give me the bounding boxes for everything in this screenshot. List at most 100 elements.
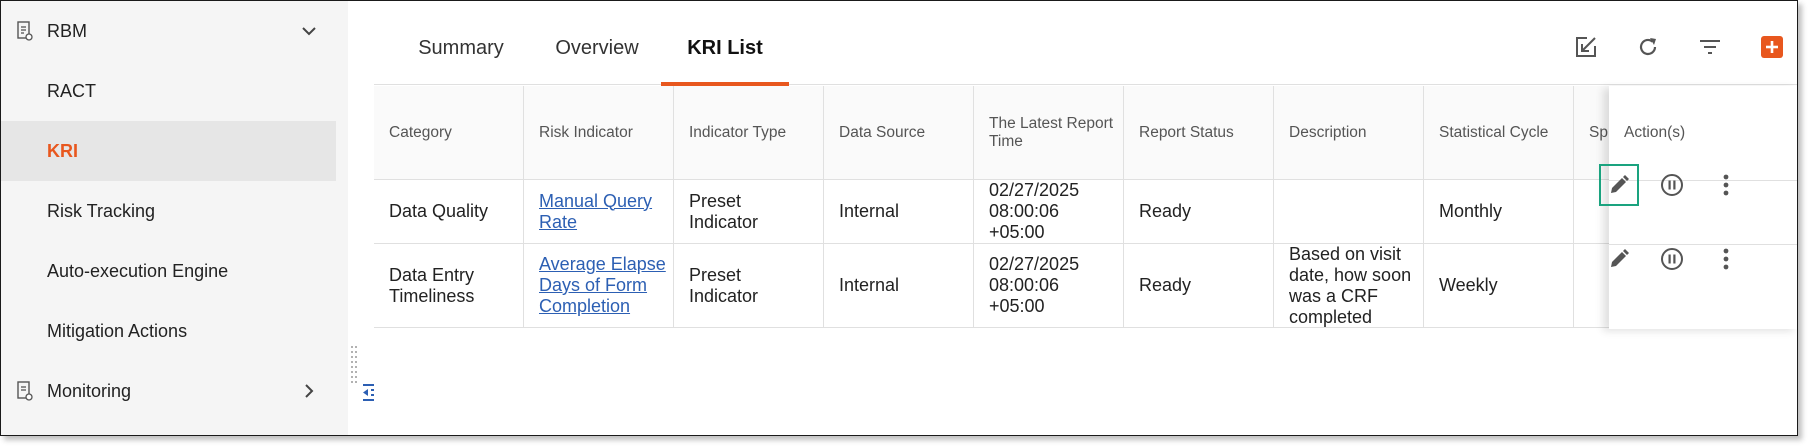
more-options-button[interactable] [1711, 244, 1741, 274]
cell-report-status: Ready [1124, 180, 1274, 243]
sidebar: RBM RACT KRI Risk Tracking Auto-executio… [1, 1, 348, 435]
edit-button[interactable] [1604, 170, 1634, 200]
more-options-button[interactable] [1711, 170, 1741, 200]
cell-text: Timeliness [389, 285, 475, 306]
chevron-down-icon [302, 27, 316, 36]
edit-icon [1611, 249, 1629, 267]
cell-category: Data Entry Timeliness [374, 244, 524, 327]
resize-handle[interactable] [351, 346, 359, 386]
cell-text: 08:00:06 [989, 275, 1060, 295]
sidebar-item-label: Auto-execution Engine [47, 260, 229, 281]
cell-text: was a CRF [1289, 285, 1379, 306]
app-window: RBM RACT KRI Risk Tracking Auto-executio… [0, 0, 1798, 436]
sidebar-group-label: RBM [47, 20, 87, 41]
cell-text: date, how soon [1289, 264, 1412, 285]
column-header-risk-indicator[interactable]: Risk Indicator [524, 86, 674, 179]
header-text: Time [989, 132, 1023, 150]
cell-text: completed [1289, 306, 1373, 327]
header-text: The Latest Report [989, 114, 1114, 132]
risk-indicator-link[interactable]: Average Elapse Days of Form Completion [524, 244, 674, 327]
sidebar-item-mitigation-actions[interactable]: Mitigation Actions [1, 301, 336, 361]
edit-button[interactable] [1604, 244, 1634, 274]
column-header-actions: Action(s) [1624, 124, 1686, 141]
sidebar-item-risk-tracking[interactable]: Risk Tracking [1, 181, 336, 241]
cell-text: 02/27/2025 [989, 254, 1080, 274]
edit-icon [1611, 175, 1629, 193]
cell-text: +05:00 [989, 296, 1045, 316]
link-text[interactable]: Manual Query [539, 191, 652, 212]
add-button[interactable] [1758, 33, 1786, 61]
sidebar-item-kri[interactable]: KRI [1, 121, 336, 181]
sidebar-group-monitoring[interactable]: Monitoring [1, 361, 336, 421]
link-text[interactable]: Average Elapse [539, 254, 666, 275]
column-header-indicator-type[interactable]: Indicator Type [674, 86, 824, 179]
pause-button[interactable] [1657, 170, 1687, 200]
main-content: Summary Overview KRI List Category Risk … [374, 1, 1797, 435]
tab-kri-list[interactable]: KRI List [661, 1, 789, 86]
refresh-button[interactable] [1634, 33, 1662, 61]
sidebar-group-rbm[interactable]: RBM [1, 1, 336, 61]
sidebar-item-label: RACT [47, 80, 96, 101]
cell-text: Preset [689, 190, 742, 211]
sidebar-item-label: Mitigation Actions [47, 320, 188, 341]
monitoring-icon [17, 381, 33, 401]
cell-description: Based on visit date, how soon was a CRF … [1274, 244, 1424, 327]
cell-indicator-type: Preset Indicator [674, 244, 824, 327]
export-button[interactable] [1572, 33, 1600, 61]
tab-bar: Summary Overview KRI List [374, 1, 1797, 86]
cell-text: Indicator [689, 285, 759, 306]
table-row: Data Entry Timeliness Average Elapse Day… [374, 244, 1796, 328]
report-icon [17, 21, 33, 41]
more-vertical-icon [1723, 174, 1729, 196]
refresh-icon [1639, 38, 1657, 56]
cell-statistical-cycle: Monthly [1424, 180, 1574, 243]
table-row: Data Quality Manual Query Rate Preset In… [374, 180, 1796, 244]
table-header-row: Category Risk Indicator Indicator Type D… [374, 86, 1796, 180]
cell-latest-report-time: 02/27/2025 08:00:06 +05:00 [974, 180, 1124, 243]
cell-report-status: Ready [1124, 244, 1274, 327]
filter-button[interactable] [1696, 33, 1724, 61]
cell-data-source: Internal [824, 244, 974, 327]
risk-indicator-link[interactable]: Manual Query Rate [524, 180, 674, 243]
pause-icon [1661, 174, 1683, 196]
cell-category: Data Quality [374, 180, 524, 243]
link-text[interactable]: Rate [539, 212, 577, 233]
tab-summary[interactable]: Summary [402, 1, 520, 85]
tab-overview[interactable]: Overview [546, 1, 648, 85]
sidebar-item-ract[interactable]: RACT [1, 61, 336, 121]
cell-text: 08:00:06 [989, 201, 1060, 221]
column-header-data-source[interactable]: Data Source [824, 86, 974, 179]
cell-data-source: Internal [824, 180, 974, 243]
cell-statistical-cycle: Weekly [1424, 244, 1574, 327]
chevron-right-icon [305, 384, 314, 398]
column-header-report-status[interactable]: Report Status [1124, 86, 1274, 179]
cell-text: +05:00 [989, 222, 1045, 242]
cell-indicator-type: Preset Indicator [674, 180, 824, 243]
actions-column: Action(s) [1599, 86, 1797, 329]
pause-button[interactable] [1657, 244, 1687, 274]
link-text[interactable]: Completion [539, 296, 630, 317]
sidebar-item-label: KRI [47, 140, 78, 161]
cell-text: Data Quality [389, 201, 489, 221]
column-header-category[interactable]: Category [374, 86, 524, 179]
filter-icon [1700, 40, 1720, 54]
sidebar-item-label: Risk Tracking [47, 200, 156, 221]
cell-text: Based on visit [1289, 243, 1402, 264]
cell-text: 02/27/2025 [989, 180, 1080, 200]
link-text[interactable]: Days of Form [539, 275, 647, 296]
column-header-description[interactable]: Description [1274, 86, 1424, 179]
cell-description [1274, 180, 1424, 243]
cell-text: Preset [689, 264, 742, 285]
cell-text: Data Entry [389, 264, 475, 285]
sidebar-item-auto-execution-engine[interactable]: Auto-execution Engine [1, 241, 336, 301]
column-header-statistical-cycle[interactable]: Statistical Cycle [1424, 86, 1574, 179]
cell-latest-report-time: 02/27/2025 08:00:06 +05:00 [974, 244, 1124, 327]
pause-icon [1661, 248, 1683, 270]
more-vertical-icon [1723, 248, 1729, 270]
sidebar-group-label: Monitoring [47, 380, 132, 401]
add-icon [1761, 36, 1783, 58]
divider [1609, 244, 1797, 245]
cell-text: Indicator [689, 211, 759, 232]
column-header-latest-report-time[interactable]: The Latest Report Time [974, 86, 1124, 179]
export-icon [1576, 37, 1596, 57]
